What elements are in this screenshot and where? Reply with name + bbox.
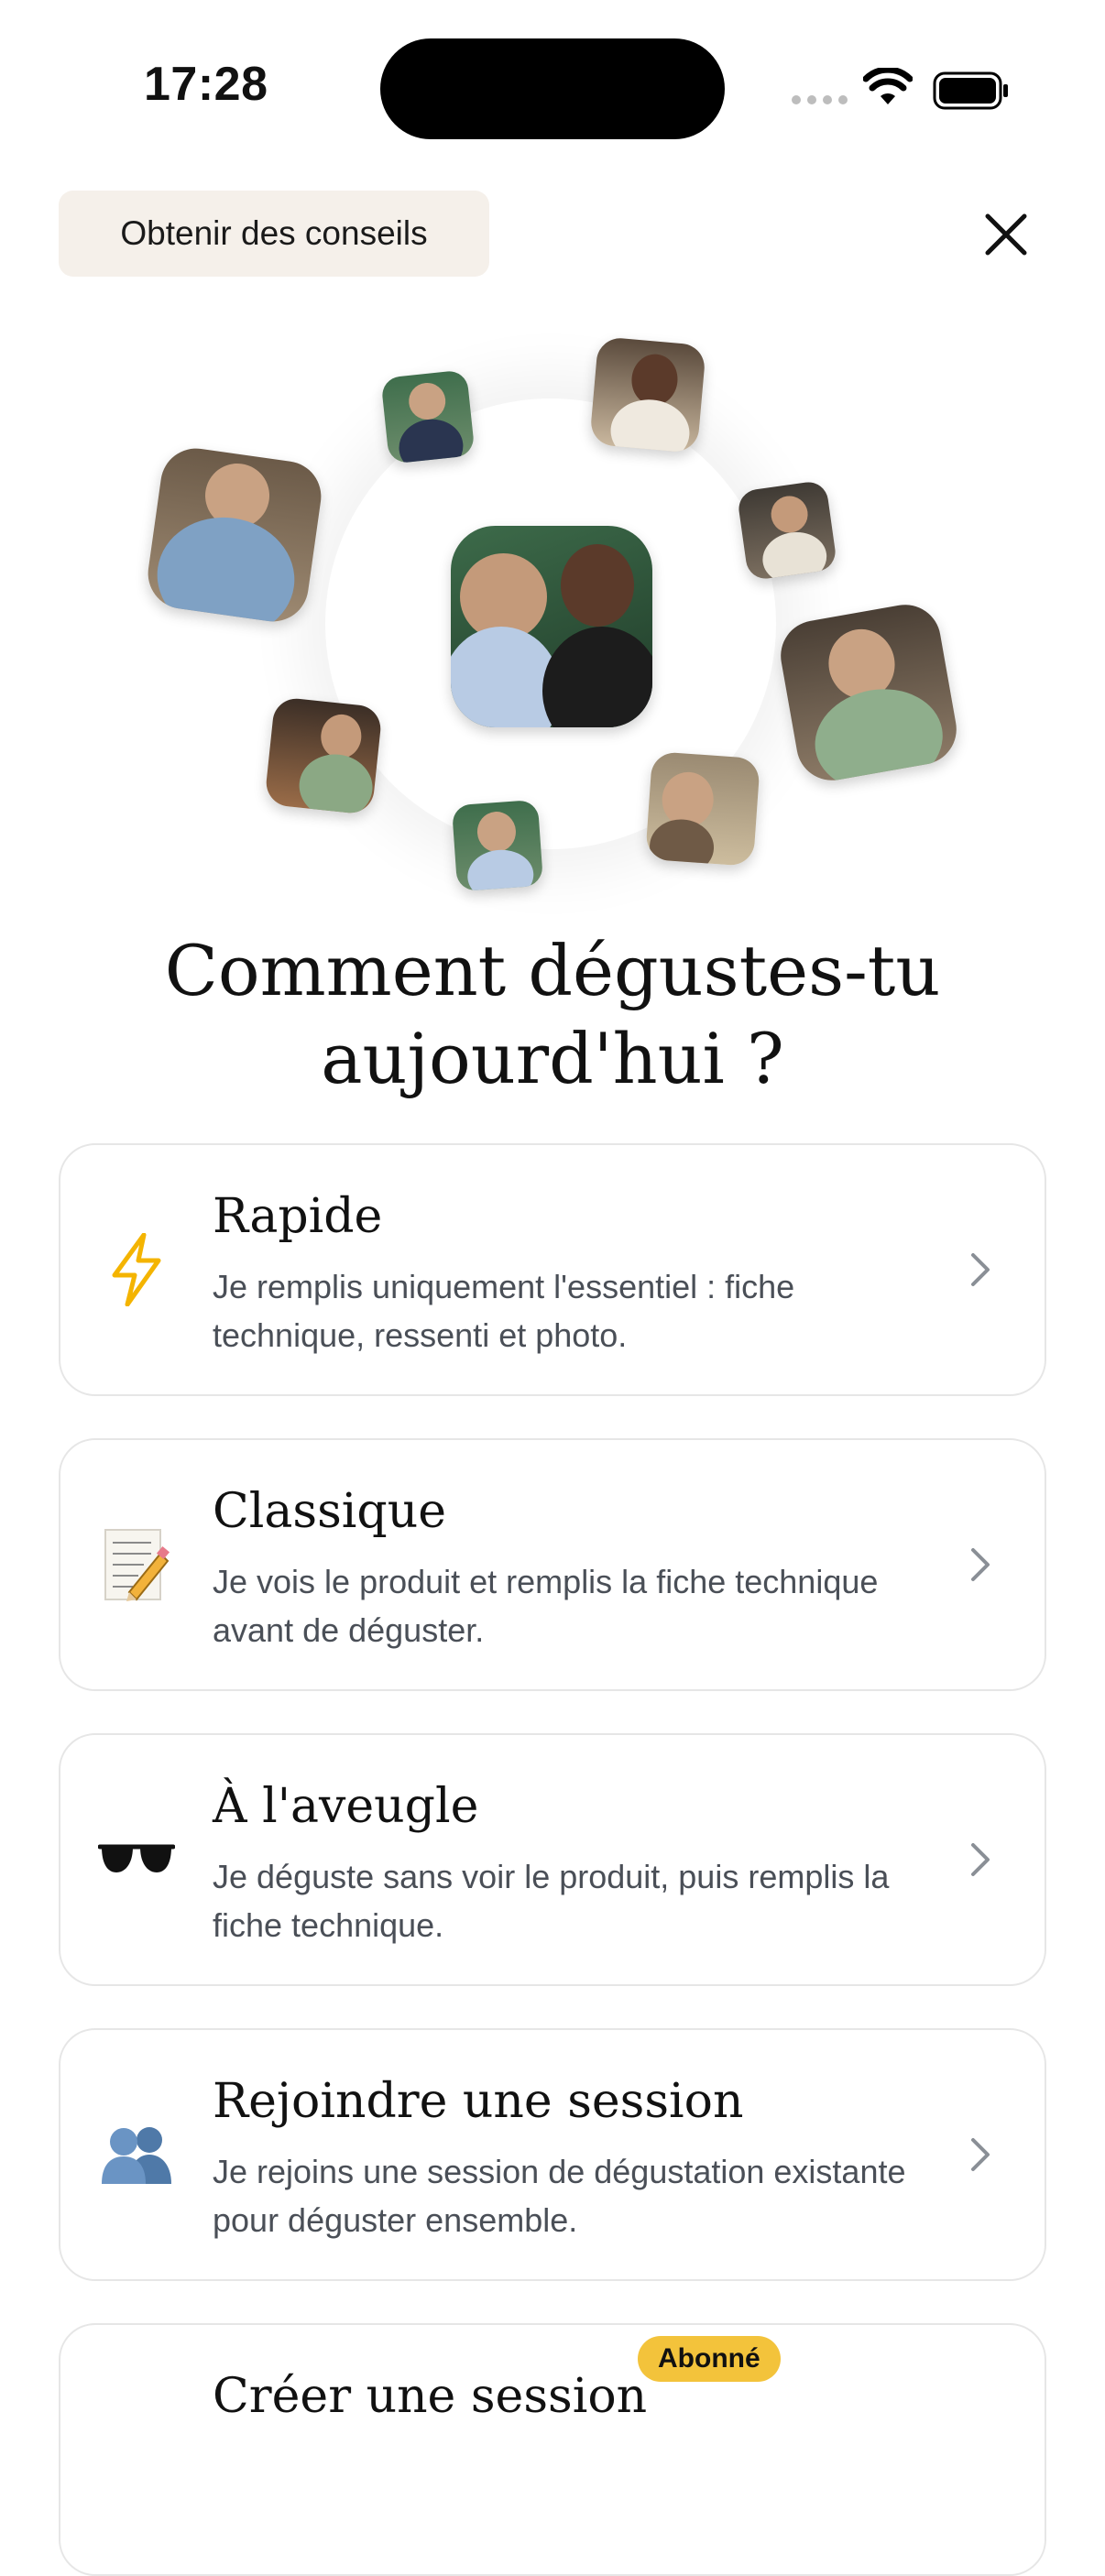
battery-icon xyxy=(933,71,1008,110)
close-icon[interactable] xyxy=(980,209,1032,260)
taster-photo xyxy=(775,599,962,786)
sunglasses-icon xyxy=(97,1820,176,1899)
option-title: Créer une session xyxy=(213,2369,648,2424)
option-title: Rejoindre une session xyxy=(213,2074,744,2129)
dynamic-island xyxy=(380,38,725,139)
subscriber-badge: Abonné xyxy=(638,2336,781,2382)
option-title: À l'aveugle xyxy=(213,1779,479,1834)
page-title-line1: Comment dégustes-tu xyxy=(164,930,941,1011)
page-title: Comment dégustes-tu aujourd'hui ? xyxy=(0,927,1105,1103)
option-card-classique[interactable]: Classique Je vois le produit et remplis … xyxy=(59,1438,1046,1691)
taster-photo xyxy=(143,443,326,627)
option-description: Je vois le produit et remplis la fiche t… xyxy=(213,1563,879,1649)
option-description: Je déguste sans voir le produit, puis re… xyxy=(213,1858,890,1944)
taster-photo xyxy=(645,751,760,867)
center-photo xyxy=(451,526,652,727)
option-title: Classique xyxy=(213,1484,446,1539)
taster-photo xyxy=(736,479,838,582)
option-card-rejoindre[interactable]: Rejoindre une session Je rejoins une ses… xyxy=(59,2028,1046,2281)
option-card-rapide[interactable]: Rapide Je remplis uniquement l'essentiel… xyxy=(59,1143,1046,1396)
taster-photo xyxy=(380,369,476,464)
option-card-creer[interactable]: Créer une session Abonné xyxy=(59,2323,1046,2576)
page-title-line2: aujourd'hui ? xyxy=(321,1018,784,1099)
option-description: Je remplis uniquement l'essentiel : fich… xyxy=(213,1268,795,1354)
cellular-signal-icon xyxy=(792,95,848,104)
taster-photo xyxy=(264,696,383,815)
chevron-right-icon xyxy=(971,1548,990,1581)
people-icon xyxy=(97,2115,176,2194)
option-card-aveugle[interactable]: À l'aveugle Je déguste sans voir le prod… xyxy=(59,1733,1046,1986)
option-description: Je rejoins une session de dégustation ex… xyxy=(213,2153,906,2239)
memo-icon xyxy=(97,1525,176,1604)
option-title: Rapide xyxy=(213,1189,383,1244)
chevron-right-icon xyxy=(971,2138,990,2171)
status-time: 17:28 xyxy=(144,58,268,111)
lightning-icon xyxy=(97,1230,176,1309)
get-tips-button[interactable]: Obtenir des conseils xyxy=(59,191,489,277)
taster-photo xyxy=(451,799,544,892)
chevron-right-icon xyxy=(971,1253,990,1286)
chevron-right-icon xyxy=(971,1843,990,1876)
wifi-icon xyxy=(863,68,913,104)
taster-photo xyxy=(589,336,706,453)
